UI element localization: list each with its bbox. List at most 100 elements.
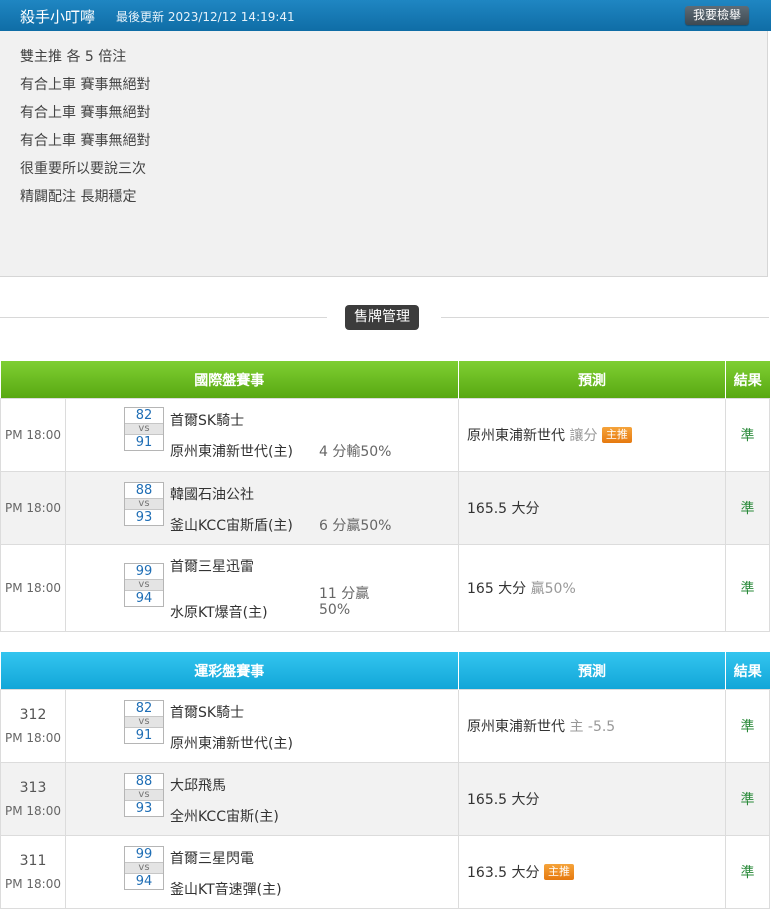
match-cell: 82 vs 91 首爾SK騎士 原州東浦新世代(主) 4 分輸50%	[65, 398, 459, 472]
home-team: 全州KCC宙斯(主)	[170, 809, 279, 825]
table-row[interactable]: PM 18:00 88 vs 93 韓國石油公社 釜山KCC宙斯盾(主) 6 分…	[0, 471, 770, 545]
home-score: 93	[135, 801, 153, 816]
table-row[interactable]: 313 PM 18:00 88 vs 93 大邱飛馬 全州KCC宙斯(主) 16…	[0, 762, 770, 836]
result-cell: 準	[725, 471, 770, 545]
prediction-text: 165.5 大分	[467, 501, 540, 517]
away-score: 82	[135, 701, 153, 716]
table-row[interactable]: 311 PM 18:00 99 vs 94 首爾三星閃電 釜山KT音速彈(主) …	[0, 835, 770, 909]
home-team: 水原KT爆音(主)	[170, 605, 268, 621]
result-cell: 準	[725, 689, 770, 763]
divider-right	[441, 317, 769, 318]
home-score: 94	[135, 874, 153, 889]
prediction-cell: 165.5 大分	[458, 471, 726, 545]
table-header-row: 國際盤賽事 預測 結果	[0, 361, 770, 399]
handicap-text: 4 分輸50%	[319, 444, 392, 460]
prediction-extra: 讓分	[569, 428, 598, 444]
away-team: 大邱飛馬	[170, 778, 226, 794]
vs-label: vs	[125, 423, 163, 435]
col-header-pred: 預測	[458, 652, 726, 690]
home-score: 91	[135, 435, 153, 450]
result-cell: 準	[725, 835, 770, 909]
result-cell: 準	[725, 762, 770, 836]
home-score: 94	[135, 591, 153, 606]
score-box: 88 vs 93	[124, 482, 164, 526]
match-cell: 82 vs 91 首爾SK騎士 原州東浦新世代(主)	[65, 689, 459, 763]
intl-matches-table: 國際盤賽事 預測 結果 PM 18:00 82 vs 91 首爾SK騎士 原州東…	[0, 361, 770, 632]
score-box: 88 vs 93	[124, 773, 164, 817]
handicap-text: 11 分贏	[319, 586, 370, 602]
match-time: PM 18:00	[0, 544, 66, 632]
note-line: 很重要所以要說三次	[20, 161, 146, 177]
note-line: 有合上車 賽事無絕對	[20, 105, 151, 121]
match-time: PM 18:00	[5, 804, 61, 818]
vs-label: vs	[125, 579, 163, 591]
away-score: 82	[135, 408, 153, 423]
note-line: 精闢配注 長期穩定	[20, 189, 137, 205]
divider-left	[0, 317, 327, 318]
score-box: 99 vs 94	[124, 563, 164, 607]
notes-panel: 雙主推 各 5 倍注 有合上車 賽事無絕對 有合上車 賽事無絕對 有合上車 賽事…	[0, 31, 768, 277]
report-button[interactable]: 我要檢舉	[684, 6, 749, 25]
table-row[interactable]: PM 18:00 82 vs 91 首爾SK騎士 原州東浦新世代(主) 4 分輸…	[0, 398, 770, 472]
page-title: 殺手小叮嚀	[20, 8, 96, 26]
home-team: 釜山KT音速彈(主)	[170, 882, 282, 898]
away-team: 首爾SK騎士	[170, 705, 245, 721]
table-row[interactable]: PM 18:00 99 vs 94 首爾三星迅雷 水原KT爆音(主) 11 分贏…	[0, 544, 770, 632]
col-header-result: 結果	[725, 361, 770, 399]
lottery-matches-table: 運彩盤賽事 預測 結果 312 PM 18:00 82 vs 91 首爾SK騎士…	[0, 652, 770, 909]
away-team: 首爾SK騎士	[170, 413, 245, 429]
match-cell: 88 vs 93 韓國石油公社 釜山KCC宙斯盾(主) 6 分贏50%	[65, 471, 459, 545]
score-box: 82 vs 91	[124, 700, 164, 744]
sell-management-button[interactable]: 售牌管理	[345, 305, 419, 330]
prediction-text: 165.5 大分	[467, 792, 540, 808]
vs-label: vs	[125, 498, 163, 510]
away-team: 韓國石油公社	[170, 487, 254, 503]
score-box: 99 vs 94	[124, 846, 164, 890]
handicap-text: 6 分贏50%	[319, 518, 392, 534]
note-line: 有合上車 賽事無絕對	[20, 77, 151, 93]
recommend-badge: 主推	[601, 427, 632, 443]
table-row[interactable]: 312 PM 18:00 82 vs 91 首爾SK騎士 原州東浦新世代(主) …	[0, 689, 770, 763]
match-time: PM 18:00	[0, 471, 66, 545]
prediction-cell: 原州東浦新世代 讓分 主推	[458, 398, 726, 472]
table-header-row: 運彩盤賽事 預測 結果	[0, 652, 770, 690]
vs-label: vs	[125, 716, 163, 728]
home-score: 93	[135, 510, 153, 525]
match-time: PM 18:00	[5, 731, 61, 745]
away-score: 99	[135, 564, 153, 579]
col-header-match: 國際盤賽事	[0, 361, 459, 399]
away-score: 99	[135, 847, 153, 862]
prediction-cell: 原州東浦新世代 主 -5.5	[458, 689, 726, 763]
prediction-cell: 165.5 大分	[458, 762, 726, 836]
prediction-extra: 贏50%	[530, 581, 576, 597]
vs-label: vs	[125, 789, 163, 801]
match-time-cell: 313 PM 18:00	[0, 762, 66, 836]
prediction-text: 165 大分	[467, 581, 527, 597]
match-number: 311	[19, 853, 47, 869]
prediction-cell: 165 大分 贏50%	[458, 544, 726, 632]
match-cell: 88 vs 93 大邱飛馬 全州KCC宙斯(主)	[65, 762, 459, 836]
recommend-badge: 主推	[543, 864, 574, 880]
match-cell: 99 vs 94 首爾三星迅雷 水原KT爆音(主) 11 分贏 50%	[65, 544, 459, 632]
score-box: 82 vs 91	[124, 407, 164, 451]
vs-label: vs	[125, 862, 163, 874]
handicap-text: 50%	[319, 602, 351, 618]
match-number: 312	[19, 707, 47, 723]
match-cell: 99 vs 94 首爾三星閃電 釜山KT音速彈(主)	[65, 835, 459, 909]
prediction-cell: 163.5 大分 主推	[458, 835, 726, 909]
home-team: 原州東浦新世代(主)	[170, 444, 293, 460]
match-time-cell: 312 PM 18:00	[0, 689, 66, 763]
prediction-text: 163.5 大分	[467, 865, 540, 881]
note-line: 有合上車 賽事無絕對	[20, 133, 151, 149]
match-time: PM 18:00	[0, 398, 66, 472]
home-team: 原州東浦新世代(主)	[170, 736, 293, 752]
note-line: 雙主推 各 5 倍注	[20, 49, 127, 65]
prediction-extra: 主 -5.5	[569, 719, 616, 735]
home-score: 91	[135, 728, 153, 743]
col-header-result: 結果	[725, 652, 770, 690]
result-cell: 準	[725, 544, 770, 632]
match-number: 313	[19, 780, 47, 796]
match-time: PM 18:00	[5, 877, 61, 891]
home-team: 釜山KCC宙斯盾(主)	[170, 518, 293, 534]
away-score: 88	[135, 483, 153, 498]
